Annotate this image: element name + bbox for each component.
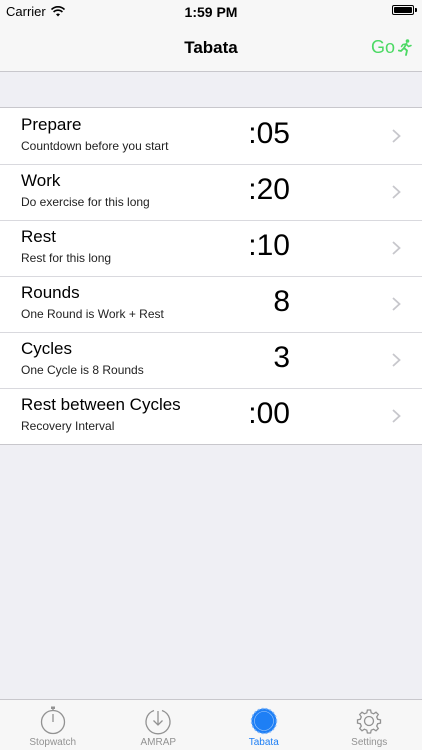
row-value: 3 [273,341,290,374]
row-work[interactable]: Work Do exercise for this long :20 [0,164,422,220]
chevron-right-icon [392,241,401,255]
row-title: Prepare [21,115,82,134]
row-value: :00 [248,397,290,430]
row-subtitle: Recovery Interval [21,419,115,433]
tab-settings[interactable]: Settings [317,700,422,750]
tab-label: Tabata [248,737,279,748]
tab-label: Stopwatch [29,737,77,748]
row-subtitle: One Round is Work + Rest [21,307,164,321]
settings-list: Prepare Countdown before you start :05 W… [0,107,422,445]
chevron-right-icon [392,185,401,199]
row-subtitle: Countdown before you start [21,139,169,153]
page-title: Tabata [184,38,238,57]
status-bar: Carrier 1:59 PM [0,0,422,22]
chevron-right-icon [392,409,401,423]
tabata-icon [250,707,277,735]
row-title: Rest [21,227,56,246]
stopwatch-icon [40,706,65,735]
row-value: :05 [248,117,290,150]
tab-label: AMRAP [140,737,177,748]
row-rest-between-cycles[interactable]: Rest between Cycles Recovery Interval :0… [0,388,422,444]
row-title: Cycles [21,339,73,358]
amrap-icon [145,709,171,735]
row-title: Rounds [21,283,80,302]
status-time: 1:59 PM [184,4,238,20]
chevron-right-icon [392,353,401,367]
gear-icon [357,709,382,734]
tab-amrap[interactable]: AMRAP [106,700,212,750]
row-title: Work [21,171,61,190]
chevron-right-icon [392,129,401,143]
row-prepare[interactable]: Prepare Countdown before you start :05 [0,108,422,164]
row-rest[interactable]: Rest Rest for this long :10 [0,220,422,276]
tab-bar: Stopwatch AMRAP Tabata Settings [0,699,422,750]
battery-icon [392,5,417,15]
row-subtitle: Rest for this long [21,251,112,265]
row-title: Rest between Cycles [21,395,181,414]
row-subtitle: Do exercise for this long [21,195,150,209]
tab-label: Settings [351,737,388,748]
row-rounds[interactable]: Rounds One Round is Work + Rest 8 [0,276,422,332]
runner-icon [398,39,412,56]
row-value: :20 [248,173,290,206]
row-value: :10 [248,229,290,262]
go-button[interactable]: Go [371,37,412,58]
navigation-bar: Tabata Go [0,22,422,72]
tab-tabata[interactable]: Tabata [211,700,317,750]
row-value: 8 [273,285,290,318]
tab-stopwatch[interactable]: Stopwatch [0,700,106,750]
chevron-right-icon [392,297,401,311]
row-cycles[interactable]: Cycles One Cycle is 8 Rounds 3 [0,332,422,388]
go-label: Go [370,37,395,57]
row-subtitle: One Cycle is 8 Rounds [21,363,144,377]
